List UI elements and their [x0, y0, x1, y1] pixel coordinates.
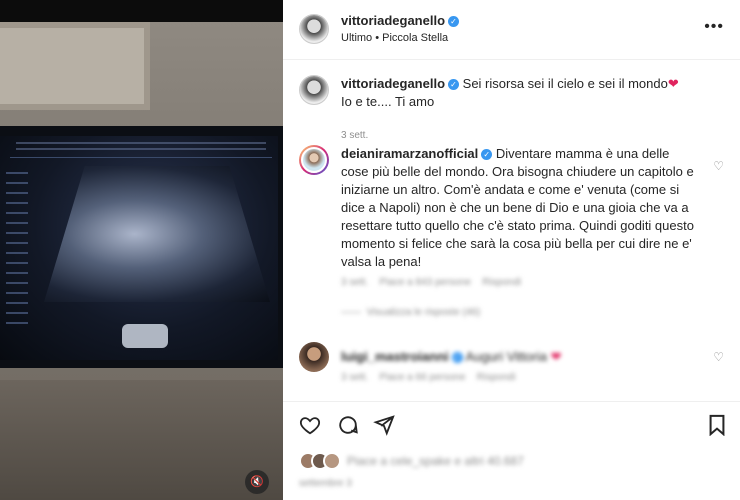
- likes-text: Piace a cele_spake e altri 40.687: [347, 454, 524, 468]
- paper-plane-icon: [373, 415, 395, 436]
- comment-likes[interactable]: Piace a 843 persone: [379, 277, 471, 288]
- comment: deianiramarzanofficial ✓ Diventare mamma …: [299, 145, 724, 325]
- comment-body: luigi_mastroianni ✓ Auguri Vittoria ❤: [341, 348, 699, 366]
- comment-text: Diventare mamma è una delle cose più bel…: [341, 146, 694, 269]
- post-caption: vittoriadeganello ✓ Sei risorsa sei il ci…: [299, 75, 724, 145]
- ultrasound-header: [10, 138, 272, 158]
- more-options-icon[interactable]: •••: [704, 18, 724, 36]
- verified-badge-icon: ✓: [448, 79, 460, 90]
- comments-section: vittoriadeganello ✓ Sei risorsa sei il ci…: [283, 61, 740, 401]
- caption-text-line1: Sei risorsa sei il cielo e sei il mondo: [462, 76, 668, 91]
- heart-icon: [299, 417, 321, 435]
- commenter-avatar[interactable]: [299, 145, 329, 175]
- ultrasound-sidebar: [6, 172, 28, 332]
- comment-text: Auguri Vittoria: [465, 349, 547, 364]
- red-heart-emoji: ❤: [550, 349, 562, 364]
- post-location[interactable]: Ultimo • Piccola Stella: [341, 32, 448, 44]
- verified-badge-icon: ✓: [481, 149, 493, 160]
- post-media[interactable]: 🔇: [0, 0, 283, 500]
- comment-likes[interactable]: Piace a 66 persone: [379, 372, 465, 383]
- media-floor: [0, 380, 283, 500]
- share-button[interactable]: [371, 414, 397, 440]
- comment-reply[interactable]: Rispondi: [482, 277, 521, 288]
- comment-time[interactable]: 3 sett.: [341, 372, 368, 383]
- commenter-avatar[interactable]: [299, 342, 329, 372]
- author-avatar[interactable]: [299, 14, 329, 44]
- comment-icon: [339, 416, 358, 434]
- post-panel: vittoriadeganello ✓ Ultimo • Piccola Stel…: [283, 0, 740, 500]
- ultrasound-widget: [122, 324, 168, 348]
- caption-username[interactable]: vittoriadeganello: [341, 76, 445, 91]
- caption-time[interactable]: 3 sett.: [341, 130, 368, 141]
- verified-badge-icon: ✓: [451, 352, 463, 363]
- comment-reply[interactable]: Rispondi: [477, 372, 516, 383]
- comment: luigi_mastroianni ✓ Auguri Vittoria ❤ ♡ 3…: [299, 342, 724, 401]
- caption-avatar[interactable]: [299, 75, 329, 105]
- comment-time[interactable]: 3 sett.: [341, 277, 368, 288]
- comment-username[interactable]: deianiramarzanofficial: [341, 146, 478, 161]
- like-button[interactable]: [297, 414, 323, 440]
- comment-meta: 3 sett. Piace a 66 persone Rispondi: [341, 372, 516, 383]
- liker-avatar: [323, 452, 341, 470]
- comment-meta: 3 sett. Piace a 843 persone Rispondi: [341, 277, 521, 288]
- save-button[interactable]: [704, 414, 730, 440]
- comment-body: deianiramarzanofficial ✓ Diventare mamma …: [341, 145, 699, 271]
- comment-username[interactable]: luigi_mastroianni: [341, 349, 449, 364]
- comment-button[interactable]: [335, 414, 361, 440]
- caption-body: vittoriadeganello ✓ Sei risorsa sei il ci…: [341, 75, 699, 111]
- mute-icon[interactable]: 🔇: [245, 470, 269, 494]
- view-replies[interactable]: —— Visualizza le risposte (46): [341, 307, 480, 318]
- post-header: vittoriadeganello ✓ Ultimo • Piccola Stel…: [283, 0, 740, 60]
- like-comment-icon[interactable]: ♡: [713, 159, 724, 173]
- caption-text-line2: Io e te.... Ti amo: [341, 94, 435, 109]
- author-username[interactable]: vittoriadeganello: [341, 13, 445, 28]
- media-picture-frame: [0, 22, 150, 110]
- red-heart-emoji: ❤: [667, 76, 679, 91]
- likes-summary[interactable]: Piace a cele_spake e altri 40.687: [299, 452, 719, 470]
- like-comment-icon[interactable]: ♡: [713, 350, 724, 364]
- post-date[interactable]: settembre 3: [299, 478, 352, 489]
- view-replies-label: Visualizza le risposte (46): [366, 307, 481, 318]
- post-actions: Piace a cele_spake e altri 40.687 settem…: [283, 401, 740, 500]
- liker-avatars: [299, 452, 341, 470]
- author-name-row: vittoriadeganello ✓: [341, 12, 460, 30]
- verified-badge-icon: ✓: [448, 16, 460, 27]
- bookmark-icon: [709, 414, 725, 437]
